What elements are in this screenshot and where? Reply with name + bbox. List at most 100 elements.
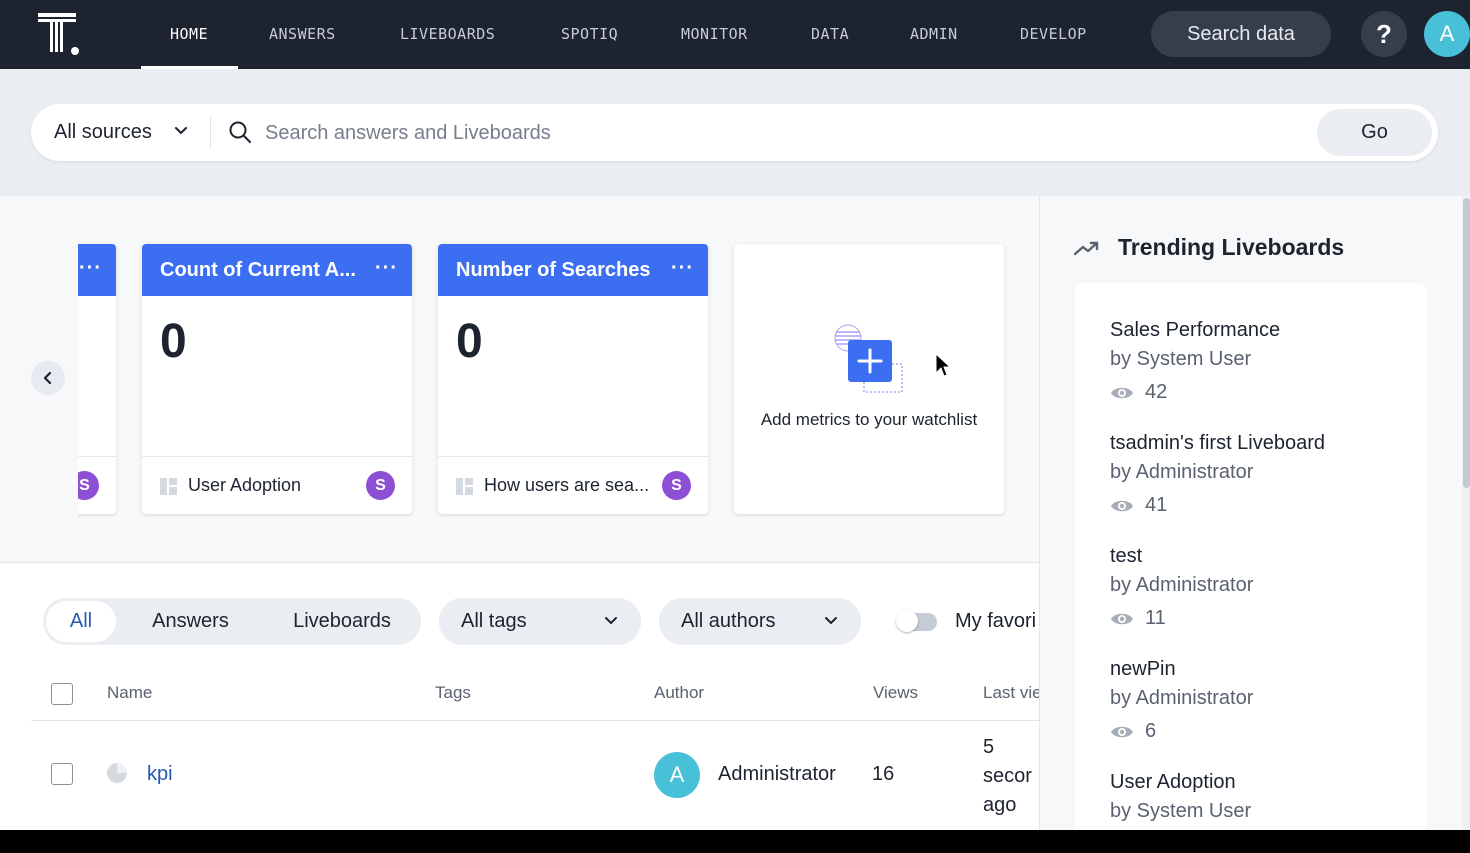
top-nav-bar: HOME ANSWERS LIVEBOARDS SPOTIQ MONITOR D… bbox=[0, 0, 1470, 69]
eye-icon bbox=[1111, 387, 1133, 399]
watchlist-card[interactable]: Number of Searches ··· 0 How users are s… bbox=[438, 244, 708, 514]
trending-panel: Trending Liveboards Sales Performance by… bbox=[1039, 196, 1470, 830]
chevron-down-icon bbox=[825, 617, 837, 625]
divider bbox=[210, 116, 211, 149]
view-count: 11 bbox=[1145, 607, 1166, 629]
row-last-viewed: 5 secor ago bbox=[983, 733, 1039, 820]
scrollbar-track[interactable] bbox=[1462, 196, 1470, 830]
header-divider bbox=[31, 720, 1039, 721]
eye-icon bbox=[1111, 726, 1133, 738]
favorites-label: My favori bbox=[955, 610, 1037, 632]
trending-title: Trending Liveboards bbox=[1118, 234, 1345, 260]
trending-item-views: 41 bbox=[1110, 494, 1325, 518]
column-header-name[interactable]: Name bbox=[107, 683, 152, 703]
liveboard-icon bbox=[456, 478, 473, 495]
trending-item-title[interactable]: User Adoption bbox=[1110, 771, 1251, 794]
trending-item-author: by Administrator bbox=[1110, 461, 1254, 483]
search-icon bbox=[229, 121, 251, 143]
search-data-button[interactable]: Search data bbox=[1151, 11, 1331, 57]
segment-answers[interactable]: Answers bbox=[138, 598, 243, 645]
nav-tab-answers[interactable]: ANSWERS bbox=[269, 0, 336, 69]
column-header-author[interactable]: Author bbox=[654, 683, 704, 703]
trending-item-author: by System User bbox=[1110, 348, 1252, 370]
search-input[interactable] bbox=[263, 104, 1307, 163]
trending-item[interactable]: User Adoption by System User bbox=[1110, 771, 1251, 823]
add-metrics-label: Add metrics to your watchlist bbox=[760, 410, 978, 429]
nav-tab-liveboards[interactable]: LIVEBOARDS bbox=[400, 0, 495, 69]
trending-item-title[interactable]: test bbox=[1110, 545, 1253, 568]
source-liveboard-link[interactable]: User Adoption bbox=[188, 457, 301, 513]
trending-item-title[interactable]: tsadmin's first Liveboard bbox=[1110, 432, 1325, 455]
type-filter-segment: All Answers Liveboards bbox=[43, 598, 421, 645]
card-header: Number of Searches ··· bbox=[438, 244, 708, 296]
segment-all[interactable]: All bbox=[46, 601, 116, 642]
trending-list: Sales Performance by System User 42 tsad… bbox=[1075, 283, 1427, 830]
row-name-link[interactable]: kpi bbox=[147, 763, 173, 786]
trending-item-title[interactable]: newPin bbox=[1110, 658, 1253, 681]
scrollbar-thumb[interactable] bbox=[1463, 198, 1470, 488]
segment-liveboards[interactable]: Liveboards bbox=[278, 598, 406, 645]
add-metrics-card[interactable]: Add metrics to your watchlist bbox=[734, 244, 1004, 514]
row-author: Administrator bbox=[718, 763, 836, 785]
answer-chart-icon bbox=[107, 763, 127, 783]
view-count: 42 bbox=[1145, 381, 1168, 403]
trending-item-title[interactable]: Sales Performance bbox=[1110, 319, 1280, 342]
tags-filter-dropdown[interactable]: All tags bbox=[439, 598, 641, 645]
user-avatar[interactable]: A bbox=[1424, 11, 1470, 57]
last-viewed-line: 5 bbox=[983, 736, 995, 758]
last-viewed-line: secor bbox=[983, 765, 1032, 787]
toggle-knob bbox=[896, 610, 918, 632]
trending-item-views: 6 bbox=[1110, 720, 1253, 744]
carousel-prev-button[interactable] bbox=[31, 361, 65, 395]
tags-filter-label: All tags bbox=[461, 610, 527, 632]
row-views: 16 bbox=[872, 763, 895, 785]
go-button[interactable]: Go bbox=[1317, 109, 1432, 156]
help-button[interactable]: ? bbox=[1361, 11, 1407, 57]
authors-filter-dropdown[interactable]: All authors bbox=[659, 598, 861, 645]
author-badge: S bbox=[662, 471, 691, 500]
chevron-down-icon[interactable] bbox=[174, 126, 188, 136]
nav-tab-data[interactable]: DATA bbox=[811, 0, 849, 69]
column-header-views[interactable]: Views bbox=[873, 683, 918, 703]
trending-item[interactable]: tsadmin's first Liveboard by Administrat… bbox=[1110, 432, 1325, 518]
column-header-tags: Tags bbox=[435, 683, 471, 702]
watchlist-card[interactable]: Count of Current A... ··· 0 User Adoptio… bbox=[142, 244, 412, 514]
eye-icon bbox=[1111, 613, 1133, 625]
trending-item-views: 42 bbox=[1110, 381, 1280, 405]
column-header-last-viewed[interactable]: Last vie bbox=[983, 683, 1039, 703]
chevron-down-icon bbox=[605, 617, 617, 625]
chevron-left-icon bbox=[43, 371, 52, 384]
authors-filter-label: All authors bbox=[681, 610, 776, 632]
trending-item[interactable]: test by Administrator 11 bbox=[1110, 545, 1253, 631]
nav-tab-monitor[interactable]: MONITOR bbox=[681, 0, 748, 69]
metric-value: 0 bbox=[456, 315, 483, 368]
sources-dropdown[interactable]: All sources bbox=[54, 104, 152, 161]
nav-tab-develop[interactable]: DEVELOP bbox=[1020, 0, 1087, 69]
card-header: Count of Current A... ··· bbox=[142, 244, 412, 296]
mouse-cursor-icon bbox=[935, 353, 951, 377]
view-count: 6 bbox=[1145, 720, 1157, 742]
eye-icon bbox=[1111, 500, 1133, 512]
nav-tab-home[interactable]: HOME bbox=[140, 0, 239, 69]
more-options-icon[interactable]: ··· bbox=[375, 244, 398, 292]
card-footer: How users are sea... S bbox=[438, 456, 708, 514]
view-count: 41 bbox=[1145, 494, 1168, 516]
trending-item-views: 11 bbox=[1110, 607, 1253, 631]
row-checkbox[interactable] bbox=[51, 763, 73, 785]
content-list: All Answers Liveboards All tags All auth… bbox=[0, 562, 1039, 830]
card-title: Number of Searches bbox=[456, 259, 651, 281]
favorites-toggle[interactable] bbox=[896, 610, 937, 632]
trending-item[interactable]: Sales Performance by System User 42 bbox=[1110, 319, 1280, 405]
thoughtspot-logo[interactable] bbox=[38, 13, 82, 57]
select-all-checkbox[interactable] bbox=[51, 683, 73, 705]
more-options-icon[interactable]: ··· bbox=[79, 244, 102, 292]
trending-item[interactable]: newPin by Administrator 6 bbox=[1110, 658, 1253, 744]
card-footer: User Adoption S bbox=[142, 456, 412, 514]
card-title: Count of Current A... bbox=[160, 259, 356, 281]
source-liveboard-link[interactable]: How users are sea... bbox=[484, 457, 649, 513]
more-options-icon[interactable]: ··· bbox=[671, 244, 694, 292]
trending-item-author: by Administrator bbox=[1110, 574, 1254, 596]
trending-item-author: by Administrator bbox=[1110, 687, 1254, 709]
nav-tab-admin[interactable]: ADMIN bbox=[910, 0, 958, 69]
nav-tab-spotiq[interactable]: SPOTIQ bbox=[561, 0, 618, 69]
